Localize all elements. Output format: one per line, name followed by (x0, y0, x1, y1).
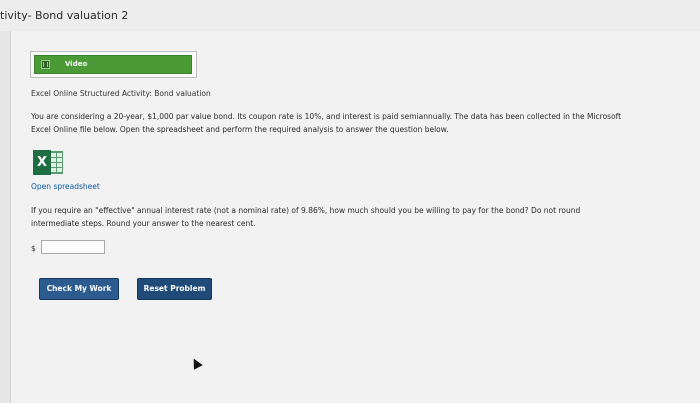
question-text: If you require an "effective" annual int… (31, 204, 691, 230)
problem-line-1: You are considering a 20-year, $1,000 pa… (31, 112, 622, 121)
open-spreadsheet-link[interactable]: Open spreadsheet (31, 182, 100, 191)
video-container: Video (30, 51, 197, 78)
activity-title: Excel Online Structured Activity: Bond v… (31, 89, 211, 98)
title-bar: tivity- Bond valuation 2 (0, 0, 700, 31)
question-line-2: intermediate steps. Round your answer to… (31, 219, 256, 228)
question-line-1: If you require an "effective" annual int… (31, 206, 581, 215)
problem-description: You are considering a 20-year, $1,000 pa… (31, 110, 700, 136)
video-label: Video (65, 60, 88, 68)
reset-problem-button[interactable]: Reset Problem (137, 278, 212, 300)
mouse-cursor-icon (189, 356, 203, 370)
currency-symbol: $ (31, 244, 36, 253)
video-button[interactable]: Video (34, 55, 192, 74)
problem-line-2: Excel Online file below. Open the spread… (31, 125, 449, 134)
answer-input[interactable] (41, 240, 105, 254)
excel-icon[interactable]: X (33, 150, 64, 175)
check-my-work-button[interactable]: Check My Work (39, 278, 119, 300)
window-title: tivity- Bond valuation 2 (0, 9, 129, 22)
excel-x-glyph: X (33, 150, 51, 175)
activity-card: Video Excel Online Structured Activity: … (10, 31, 700, 403)
film-icon (41, 60, 50, 69)
